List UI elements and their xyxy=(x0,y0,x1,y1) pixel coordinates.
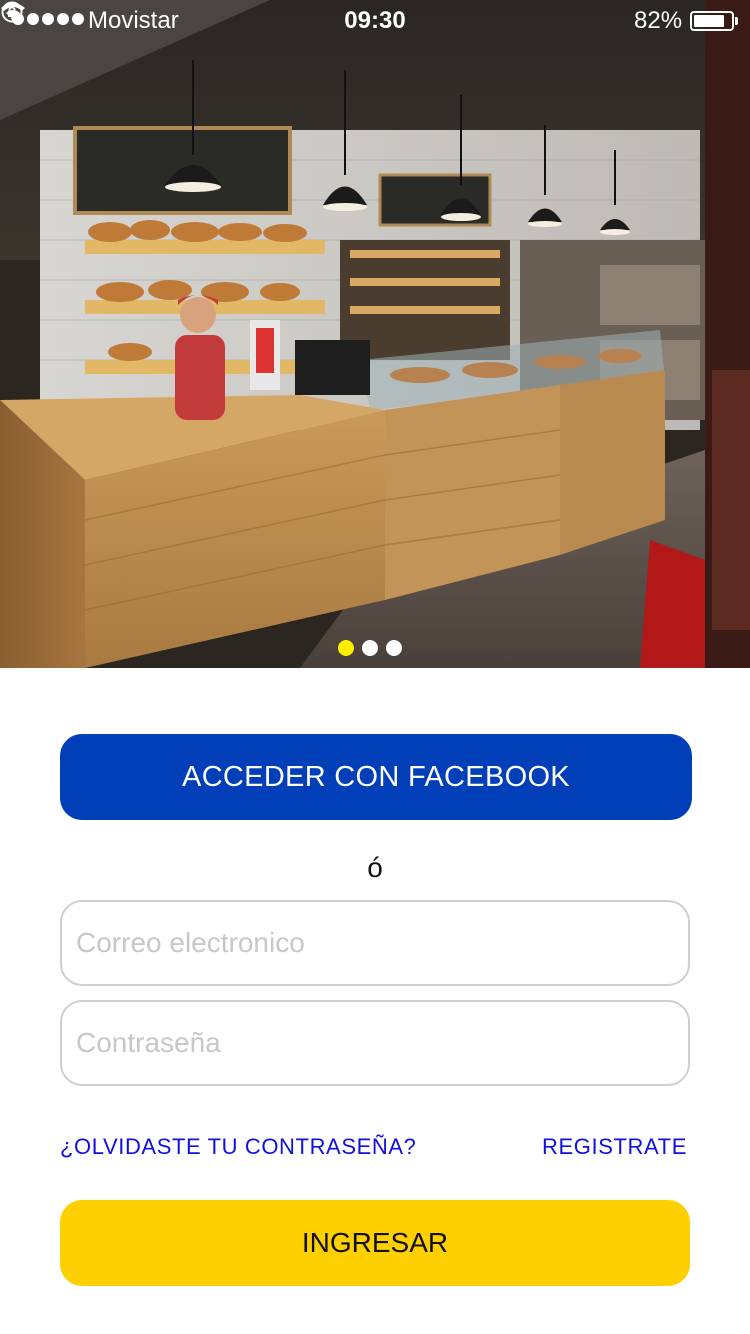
or-separator: ó xyxy=(367,852,383,883)
status-bar: Movistar 09:30 82% xyxy=(0,0,750,40)
facebook-login-button[interactable]: ACCEDER CON FACEBOOK xyxy=(60,734,692,820)
password-field[interactable] xyxy=(60,1000,690,1086)
login-submit-button[interactable]: INGRESAR xyxy=(60,1200,690,1286)
login-screen: Movistar 09:30 82% ACCEDER CON FACEBOOK xyxy=(0,0,750,1334)
battery-percent: 82% xyxy=(634,7,683,34)
carousel-dot[interactable] xyxy=(362,640,378,656)
email-field[interactable] xyxy=(60,900,690,986)
carousel-dot[interactable] xyxy=(338,640,354,656)
bakery-photo xyxy=(0,0,750,668)
login-submit-label: INGRESAR xyxy=(301,1227,449,1258)
forgot-password-link[interactable]: ¿OLVIDASTE TU CONTRASEÑA? xyxy=(60,1134,416,1160)
carousel-pager[interactable] xyxy=(338,640,402,656)
facebook-login-label: ACCEDER CON FACEBOOK xyxy=(182,760,570,793)
rotation-lock-icon xyxy=(1,1,23,23)
battery-icon xyxy=(690,11,738,31)
carousel-dot[interactable] xyxy=(386,640,402,656)
hero-carousel[interactable]: Movistar 09:30 82% xyxy=(0,0,750,668)
register-link[interactable]: REGISTRATE xyxy=(542,1134,687,1160)
